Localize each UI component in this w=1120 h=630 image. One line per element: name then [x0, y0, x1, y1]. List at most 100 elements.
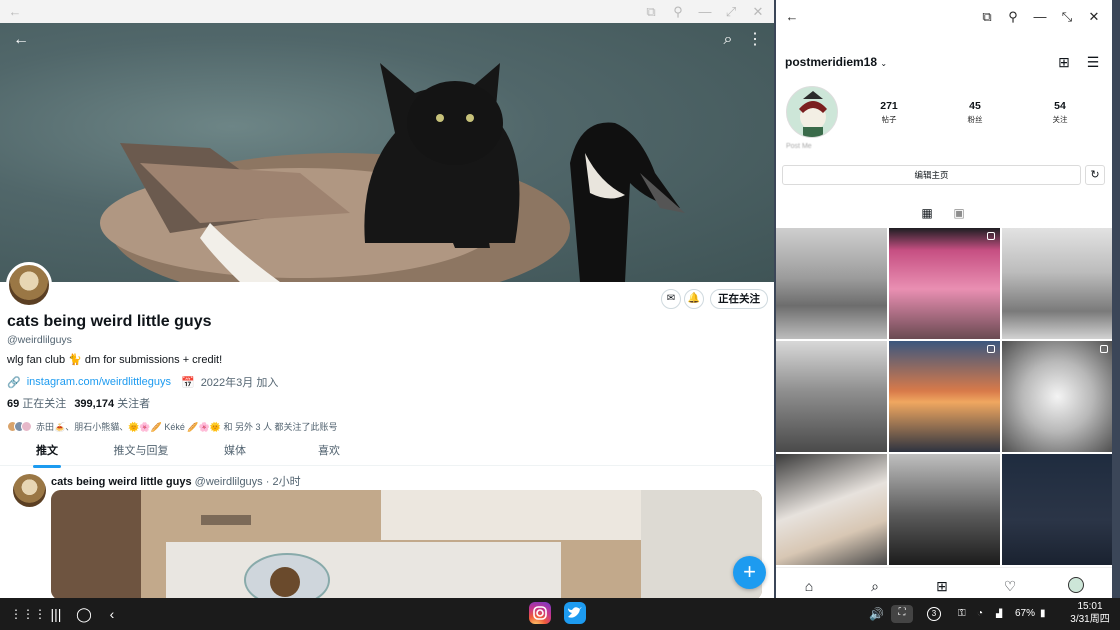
- link-icon: 🔗: [7, 376, 21, 389]
- minimize-icon[interactable]: —: [1031, 8, 1049, 26]
- tweet-time: · 2小时: [265, 476, 301, 488]
- following-button[interactable]: 正在关注: [710, 289, 768, 309]
- ig-followers-stat[interactable]: 45 粉丝: [950, 100, 1000, 125]
- profile-name: cats being weird little guys: [7, 313, 212, 330]
- mutual-avatars: [7, 421, 32, 432]
- ig-post[interactable]: [776, 341, 887, 452]
- home-button-icon[interactable]: ◯: [75, 604, 93, 624]
- multi-photo-icon: [987, 345, 995, 353]
- minimize-icon[interactable]: —: [696, 3, 714, 21]
- wifi-icon: ◔: [977, 608, 984, 619]
- volume-icon[interactable]: 🔊: [869, 606, 884, 622]
- restore-icon[interactable]: ⤡: [1058, 8, 1076, 26]
- banner-image: [100, 63, 685, 282]
- profile-meta: 🔗 instagram.com/weirdlittleguys 📅 2022年3…: [7, 374, 278, 390]
- compose-tweet-button[interactable]: +: [733, 556, 766, 589]
- twitter-app-icon[interactable]: [564, 602, 586, 624]
- back-button-icon[interactable]: ‹: [103, 604, 121, 624]
- ig-post[interactable]: [889, 228, 1000, 339]
- ig-avatar[interactable]: [786, 86, 838, 138]
- tab-tweets-replies[interactable]: 推文与回复: [94, 440, 188, 465]
- battery-level: 67%: [1015, 608, 1036, 619]
- search-icon[interactable]: ⌕: [718, 30, 738, 50]
- signal-icon: ▟: [996, 609, 1003, 618]
- multi-photo-icon: [987, 232, 995, 240]
- ig-post[interactable]: [889, 454, 1000, 565]
- edit-profile-button[interactable]: 编辑主页: [782, 165, 1081, 185]
- battery-icon: ▮: [1040, 608, 1046, 619]
- notification-count-badge[interactable]: 3: [927, 607, 941, 621]
- profile-link[interactable]: instagram.com/weirdlittleguys: [27, 376, 171, 388]
- close-icon[interactable]: ✕: [1085, 8, 1103, 26]
- following-stat[interactable]: 69 正在关注: [7, 395, 66, 411]
- calendar-icon: 📅: [180, 376, 195, 389]
- ig-posts-stat[interactable]: 271 帖子: [864, 100, 914, 125]
- pin-icon[interactable]: ⚲: [669, 3, 687, 21]
- discover-people-icon[interactable]: ↻: [1085, 165, 1105, 185]
- recents-icon[interactable]: |||: [47, 604, 65, 624]
- heart-icon[interactable]: ♡: [1001, 577, 1019, 595]
- profile-icon[interactable]: [1068, 577, 1084, 593]
- chevron-down-icon: ⌄: [880, 59, 888, 68]
- maximize-icon[interactable]: ⤢: [722, 3, 740, 21]
- back-arrow-icon[interactable]: ←: [783, 8, 801, 26]
- ig-post[interactable]: [1002, 341, 1112, 452]
- tweet-photo: [51, 490, 762, 598]
- pin-icon[interactable]: ⚲: [1004, 8, 1022, 26]
- key-icon: ⚿: [958, 608, 966, 619]
- create-post-icon[interactable]: ⊞: [933, 577, 951, 595]
- tagged-icon[interactable]: ▣: [951, 205, 967, 221]
- joined-date: 2022年3月 加入: [200, 377, 279, 389]
- instagram-app-icon[interactable]: [529, 602, 551, 624]
- profile-avatar[interactable]: [6, 262, 52, 308]
- ig-post[interactable]: [776, 454, 887, 565]
- menu-icon[interactable]: ☰: [1085, 54, 1101, 70]
- ig-bio: Post Me: [786, 143, 812, 150]
- profile-banner: ← ⌕ ⋮: [0, 23, 774, 282]
- notification-bell-icon[interactable]: 🔔: [684, 289, 704, 309]
- home-icon[interactable]: ⌂: [800, 577, 818, 595]
- window-title-bar: ← ⧉ ⚲ — ⤢ ✕: [0, 0, 774, 23]
- window-title-bar-right: ← ⧉ ⚲ — ⤡ ✕: [776, 0, 1112, 35]
- app-drawer-icon[interactable]: ⋮⋮⋮: [10, 604, 46, 624]
- more-options-icon[interactable]: ⋮: [745, 30, 765, 50]
- tab-likes[interactable]: 喜欢: [282, 440, 376, 465]
- ig-content-tabs: ▦ ▣: [776, 205, 1112, 225]
- ig-post[interactable]: [1002, 228, 1112, 339]
- followers-stat[interactable]: 399,174 关注者: [74, 395, 150, 411]
- close-icon[interactable]: ✕: [749, 3, 767, 21]
- ig-username[interactable]: postmeridiem18 ⌄: [785, 55, 887, 69]
- follow-stats: 69 正在关注 399,174 关注者: [7, 395, 150, 411]
- clock[interactable]: 15:01 3/31周四: [1068, 600, 1112, 626]
- tweet-handle: @weirdlilguys: [194, 476, 263, 488]
- ig-post[interactable]: [1002, 454, 1112, 565]
- clock-time: 15:01: [1077, 601, 1103, 612]
- popup-view-icon[interactable]: ⧉: [978, 8, 996, 26]
- ig-post-grid: [776, 228, 1112, 567]
- twitter-window: ← ⧉ ⚲ — ⤢ ✕ ← ⌕ ⋮ ✉ 🔔 正在关注 cats being we…: [0, 0, 774, 598]
- ig-following-stat[interactable]: 54 关注: [1035, 100, 1085, 125]
- profile-bio: wlg fan club 🐈 dm for submissions + cred…: [7, 354, 223, 366]
- tweet-header: cats being weird little guys @weirdlilgu…: [51, 473, 301, 489]
- multi-photo-icon: [1100, 345, 1108, 353]
- tweet-avatar[interactable]: [13, 474, 46, 507]
- tab-media[interactable]: 媒体: [188, 440, 282, 465]
- tweet-media[interactable]: [51, 490, 762, 598]
- tweet-author[interactable]: cats being weird little guys: [51, 476, 192, 488]
- new-post-icon[interactable]: ⊞: [1056, 54, 1072, 70]
- message-icon[interactable]: ✉: [661, 289, 681, 309]
- followers-you-know[interactable]: 赤田🍝、朋石小熊貓、🌞🌸🥖 Kéké 🥖🌸🌞 和 另外 3 人 都关注了此账号: [7, 420, 337, 433]
- instagram-window: ← ⧉ ⚲ — ⤡ ✕ postmeridiem18 ⌄ ⊞ ☰ 271 帖子 4…: [776, 0, 1112, 603]
- ig-post[interactable]: [889, 341, 1000, 452]
- taskbar: ⋮⋮⋮ ||| ◯ ‹ 🔊 ⛶ 3 ⚿ ◔ ▟ 67% ▮ 15:01 3/31…: [0, 598, 1120, 630]
- back-arrow-icon[interactable]: ←: [6, 3, 24, 21]
- clock-date: 3/31周四: [1070, 614, 1110, 625]
- ig-post[interactable]: [776, 228, 887, 339]
- popup-view-icon[interactable]: ⧉: [642, 3, 660, 21]
- grid-icon[interactable]: ▦: [919, 205, 935, 221]
- profile-tabs: 推文 推文与回复 媒体 喜欢: [0, 440, 774, 466]
- screen-capture-icon[interactable]: ⛶: [891, 605, 913, 623]
- tab-tweets[interactable]: 推文: [0, 440, 94, 465]
- banner-back-icon[interactable]: ←: [11, 30, 31, 50]
- search-icon[interactable]: ⌕: [866, 577, 884, 595]
